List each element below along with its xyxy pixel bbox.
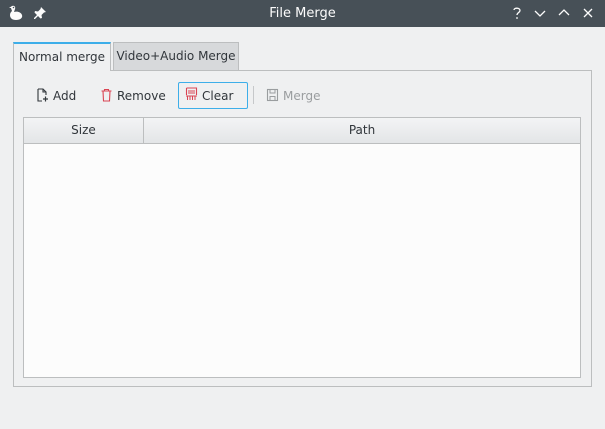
remove-button[interactable]: Remove <box>93 83 173 109</box>
clear-button[interactable]: Clear <box>178 82 248 109</box>
remove-label: Remove <box>117 89 166 103</box>
add-file-icon <box>36 87 49 105</box>
trash-icon <box>100 88 113 105</box>
merge-label: Merge <box>283 89 321 103</box>
add-button[interactable]: Add <box>29 83 83 109</box>
clear-list-icon <box>185 87 198 104</box>
close-icon[interactable] <box>580 5 596 21</box>
help-icon[interactable] <box>509 5 525 21</box>
table-header: Size Path <box>24 118 580 144</box>
minimize-icon[interactable] <box>532 5 548 21</box>
toolbar-separator <box>253 86 254 104</box>
column-header-path[interactable]: Path <box>144 118 580 143</box>
merge-icon <box>266 88 279 105</box>
title-bar: File Merge <box>0 0 605 27</box>
tab-normal-merge[interactable]: Normal merge <box>13 42 111 71</box>
file-table[interactable]: Size Path <box>23 117 581 378</box>
maximize-icon[interactable] <box>556 5 572 21</box>
merge-button[interactable]: Merge <box>259 83 327 109</box>
clear-label: Clear <box>202 88 234 103</box>
column-header-size[interactable]: Size <box>24 118 144 143</box>
add-label: Add <box>53 89 77 103</box>
tab-video-audio-merge[interactable]: Video+Audio Merge <box>113 42 239 70</box>
